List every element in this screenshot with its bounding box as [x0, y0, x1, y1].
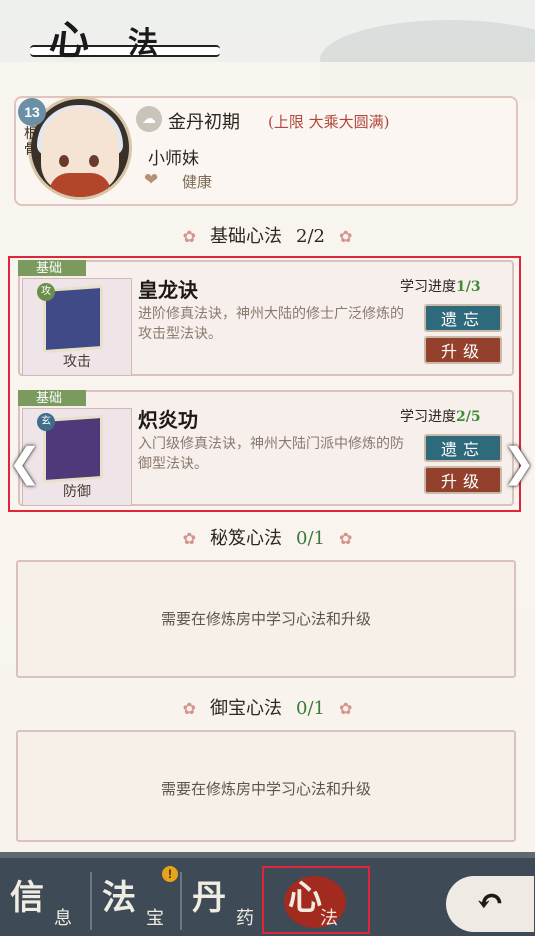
alert-badge-icon: ! [162, 866, 178, 882]
skill-progress: 学习进度1/3 [400, 276, 481, 296]
tab-main-label: 信 [10, 878, 44, 918]
skill-progress: 学习进度2/5 [400, 406, 481, 426]
realm-text: 金丹初期 [168, 112, 240, 133]
avatar-eye [89, 155, 99, 167]
tab-main-label: 心 [288, 878, 322, 918]
defense-type-icon: 玄 [37, 413, 55, 431]
page-title-second: 法 [128, 26, 158, 61]
realm-icon: ☁ [136, 106, 162, 132]
empty-hint: 需要在修炼房中学习心法和升级 [160, 780, 371, 798]
section-count: 0/1 [296, 698, 325, 719]
empty-hint: 需要在修炼房中学习心法和升级 [160, 610, 371, 628]
skill-book-frame: 攻 攻击 [22, 278, 132, 376]
tab-bar-edge [0, 852, 535, 858]
flower-icon: ✿ [338, 227, 353, 246]
back-button[interactable]: ↶ [446, 876, 534, 932]
empty-slot-treasure[interactable]: 需要在修炼房中学习心法和升级 [16, 730, 516, 842]
character-name: 小师妹 [148, 149, 199, 169]
flower-icon: ✿ [338, 699, 353, 718]
flower-icon: ✿ [182, 529, 197, 548]
back-arrow-icon: ↶ [476, 882, 505, 922]
skill-description: 入门级修真法诀，神州大陆门派中修炼的防御型法诀。 [138, 436, 404, 472]
avatar-robe [49, 173, 111, 197]
flower-icon: ✿ [182, 227, 197, 246]
section-count: 2/2 [296, 226, 325, 247]
tab-sub-label: 息 [54, 908, 72, 929]
skill-tag: 基础 [18, 260, 86, 276]
progress-value: 1/3 [456, 279, 481, 295]
skill-card[interactable]: 攻 攻击 基础 皇龙诀 进阶修真法诀，神州大陆的修士广泛修炼的攻击型法诀。 学习… [18, 260, 514, 376]
root-value: 13 [18, 98, 46, 126]
tab-pill[interactable]: 丹 药 [186, 866, 272, 932]
skill-name: 炽炎功 [138, 408, 198, 432]
tab-sub-label: 法 [320, 908, 338, 929]
progress-label: 学习进度 [400, 279, 456, 295]
progress-value: 2/5 [456, 409, 481, 425]
tab-divider [90, 872, 92, 930]
section-header-basic: ✿ 基础心法 2/2 ✿ [0, 222, 535, 247]
health-status: 健康 [182, 173, 213, 191]
upgrade-button[interactable]: 升级 [424, 466, 502, 494]
skill-description: 进阶修真法诀，神州大陆的修士广泛修炼的攻击型法诀。 [138, 306, 404, 342]
next-arrow-icon[interactable]: ❯ [502, 440, 535, 486]
tab-sub-label: 宝 [146, 908, 164, 929]
section-title: 基础心法 [210, 226, 283, 247]
avatar-eye [59, 155, 69, 167]
progress-label: 学习进度 [400, 409, 456, 425]
realm-limit: (上限 大乘大圆满) [268, 113, 390, 131]
root-badge: 13 根骨 [18, 98, 48, 158]
tab-main-label: 丹 [192, 878, 226, 918]
section-title: 御宝心法 [210, 698, 283, 719]
tab-main-label: 法 [102, 878, 136, 918]
tab-divider [180, 872, 182, 930]
skill-type: 攻击 [63, 354, 91, 370]
tab-sub-label: 药 [236, 908, 254, 929]
page-title-main: 心 [47, 17, 95, 64]
root-label: 根骨 [24, 126, 38, 158]
skill-tag: 基础 [18, 390, 86, 406]
page-header: 心 法 [0, 0, 535, 64]
heart-icon: ❤ [144, 170, 159, 190]
section-count: 0/1 [296, 528, 325, 549]
section-title: 秘笈心法 [210, 528, 283, 549]
skill-name: 皇龙诀 [138, 278, 198, 302]
prev-arrow-icon[interactable]: ❮ [8, 440, 42, 486]
flower-icon: ✿ [338, 529, 353, 548]
empty-slot-secret[interactable]: 需要在修炼房中学习心法和升级 [16, 560, 516, 678]
forget-button[interactable]: 遗忘 [424, 434, 502, 462]
section-header-treasure: ✿ 御宝心法 0/1 ✿ [0, 694, 535, 719]
tab-info[interactable]: 信 息 [4, 866, 90, 932]
upgrade-button[interactable]: 升级 [424, 336, 502, 364]
tab-heart-method-active[interactable]: 心 法 [262, 866, 370, 934]
skill-card[interactable]: 玄 防御 基础 炽炎功 入门级修真法诀，神州大陆门派中修炼的防御型法诀。 学习进… [18, 390, 514, 506]
attack-type-icon: 攻 [37, 283, 55, 301]
section-header-secret: ✿ 秘笈心法 0/1 ✿ [0, 524, 535, 549]
flower-icon: ✿ [182, 699, 197, 718]
forget-button[interactable]: 遗忘 [424, 304, 502, 332]
